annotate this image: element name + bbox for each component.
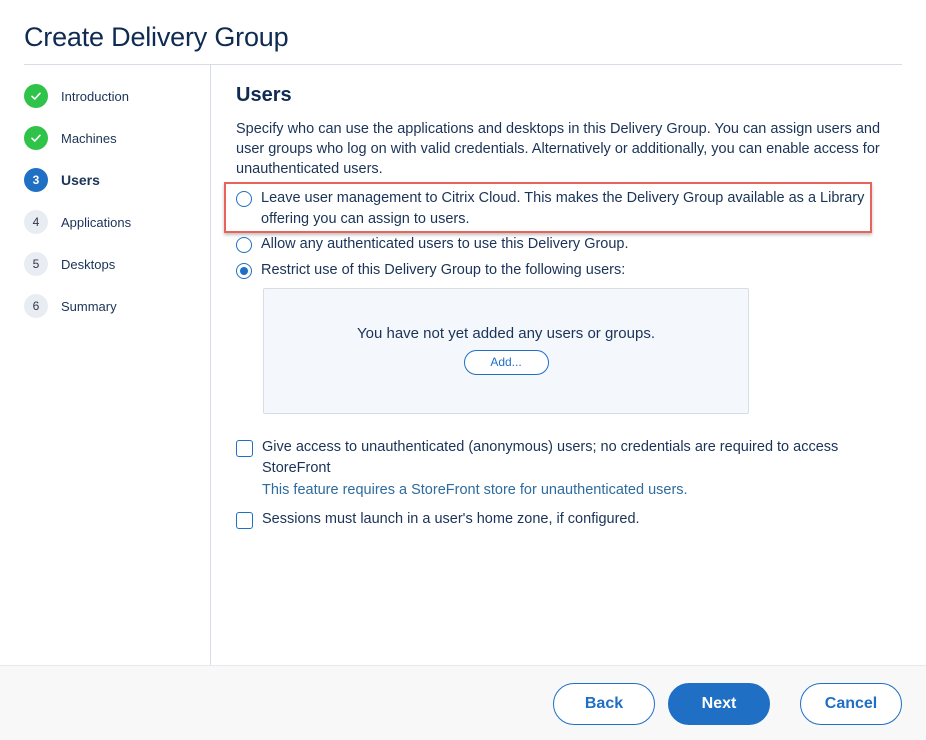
next-button[interactable]: Next — [668, 683, 770, 725]
step-machines[interactable]: Machines — [24, 126, 131, 150]
step-applications[interactable]: 4 Applications — [24, 210, 131, 234]
step-number: 4 — [24, 210, 48, 234]
step-introduction[interactable]: Introduction — [24, 84, 131, 108]
step-summary[interactable]: 6 Summary — [24, 294, 131, 318]
section-description: Specify who can use the applications and… — [236, 121, 881, 177]
step-number: 3 — [24, 168, 48, 192]
users-section: Users Specify who can use the applicatio… — [236, 84, 896, 179]
step-label: Introduction — [61, 88, 129, 104]
wizard-steps: Introduction Machines 3 Users 4 Applicat… — [24, 84, 131, 336]
check-icon — [24, 126, 48, 150]
radio-button[interactable] — [236, 191, 252, 207]
sidebar-divider — [210, 65, 211, 665]
radio-any-authenticated[interactable]: Allow any authenticated users to use thi… — [236, 234, 629, 255]
checkbox-label: Sessions must launch in a user's home zo… — [262, 511, 640, 527]
empty-users-message: You have not yet added any users or grou… — [357, 325, 655, 342]
step-label: Users — [61, 172, 100, 188]
wizard-footer: Back Next Cancel — [0, 665, 926, 740]
storefront-note: This feature requires a StoreFront store… — [262, 482, 688, 498]
checkbox-label: Give access to unauthenticated (anonymou… — [262, 439, 839, 476]
radio-button[interactable] — [236, 237, 252, 253]
section-title: Users — [236, 84, 292, 106]
users-list-panel: You have not yet added any users or grou… — [263, 288, 749, 414]
step-desktops[interactable]: 5 Desktops — [24, 252, 131, 276]
step-label: Summary — [61, 298, 117, 314]
check-icon — [24, 84, 48, 108]
cancel-button[interactable]: Cancel — [800, 683, 902, 725]
step-label: Applications — [61, 214, 132, 230]
step-number: 5 — [24, 252, 48, 276]
radio-label: Restrict use of this Delivery Group to t… — [261, 262, 626, 278]
checkbox-home-zone[interactable]: Sessions must launch in a user's home zo… — [236, 509, 640, 530]
radio-label: Leave user management to Citrix Cloud. T… — [261, 190, 865, 227]
radio-restrict-users[interactable]: Restrict use of this Delivery Group to t… — [236, 260, 625, 281]
checkbox-anonymous-access[interactable]: Give access to unauthenticated (anonymou… — [236, 437, 896, 479]
radio-citrix-cloud[interactable]: Leave user management to Citrix Cloud. T… — [236, 188, 866, 230]
radio-label: Allow any authenticated users to use thi… — [261, 236, 629, 252]
add-users-button[interactable]: Add... — [463, 350, 549, 375]
radio-button-selected[interactable] — [236, 263, 252, 279]
back-button[interactable]: Back — [553, 683, 655, 725]
step-users[interactable]: 3 Users — [24, 168, 131, 192]
page-title: Create Delivery Group — [24, 22, 289, 52]
step-label: Desktops — [61, 256, 116, 272]
checkbox[interactable] — [236, 512, 253, 529]
step-label: Machines — [61, 130, 117, 146]
step-number: 6 — [24, 294, 48, 318]
title-divider — [24, 64, 902, 65]
checkbox[interactable] — [236, 440, 253, 457]
radio-dot — [240, 267, 248, 275]
